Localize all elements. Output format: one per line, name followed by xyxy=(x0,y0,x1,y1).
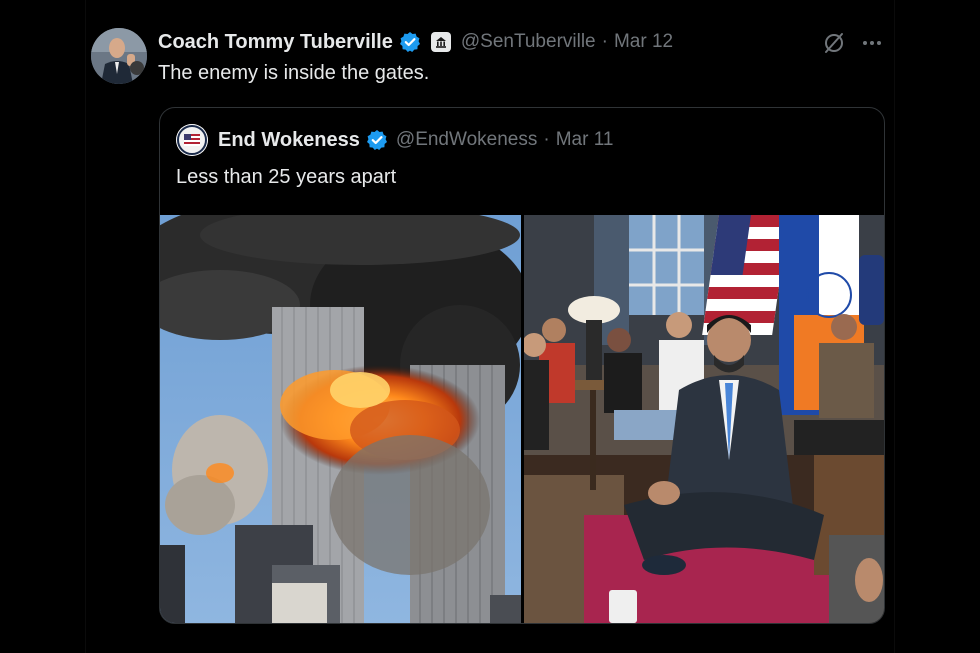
author-handle[interactable]: @SenTuberville xyxy=(461,31,596,53)
author-name[interactable]: Coach Tommy Tuberville xyxy=(158,31,393,54)
media-grid xyxy=(160,215,884,623)
author-avatar[interactable] xyxy=(91,28,147,84)
quoted-tweet-date[interactable]: Mar 11 xyxy=(556,129,614,151)
separator-dot: · xyxy=(601,31,608,52)
quoted-tweet-text: Less than 25 years apart xyxy=(176,166,397,188)
grok-icon[interactable] xyxy=(821,30,847,56)
separator-dot: · xyxy=(543,129,550,150)
tweet-header: Coach Tommy Tuberville @SenTuberville · … xyxy=(158,28,673,56)
senate-affiliation-icon[interactable] xyxy=(430,32,451,52)
verified-badge-icon xyxy=(366,129,388,151)
tweet-text: The enemy is inside the gates. xyxy=(158,62,430,84)
verified-badge-icon xyxy=(399,31,421,53)
media-image-towers[interactable] xyxy=(160,215,521,623)
more-options-icon[interactable] xyxy=(859,30,885,56)
quoted-author-name[interactable]: End Wokeness xyxy=(218,129,360,152)
media-image-gathering[interactable] xyxy=(524,215,884,623)
quoted-tweet-header: End Wokeness @EndWokeness · Mar 11 xyxy=(176,124,613,156)
tweet-date[interactable]: Mar 12 xyxy=(614,31,673,53)
quoted-author-handle[interactable]: @EndWokeness xyxy=(396,129,537,151)
quoted-author-avatar[interactable] xyxy=(176,124,208,156)
quoted-tweet-card[interactable]: End Wokeness @EndWokeness · Mar 11 Less … xyxy=(159,107,885,624)
